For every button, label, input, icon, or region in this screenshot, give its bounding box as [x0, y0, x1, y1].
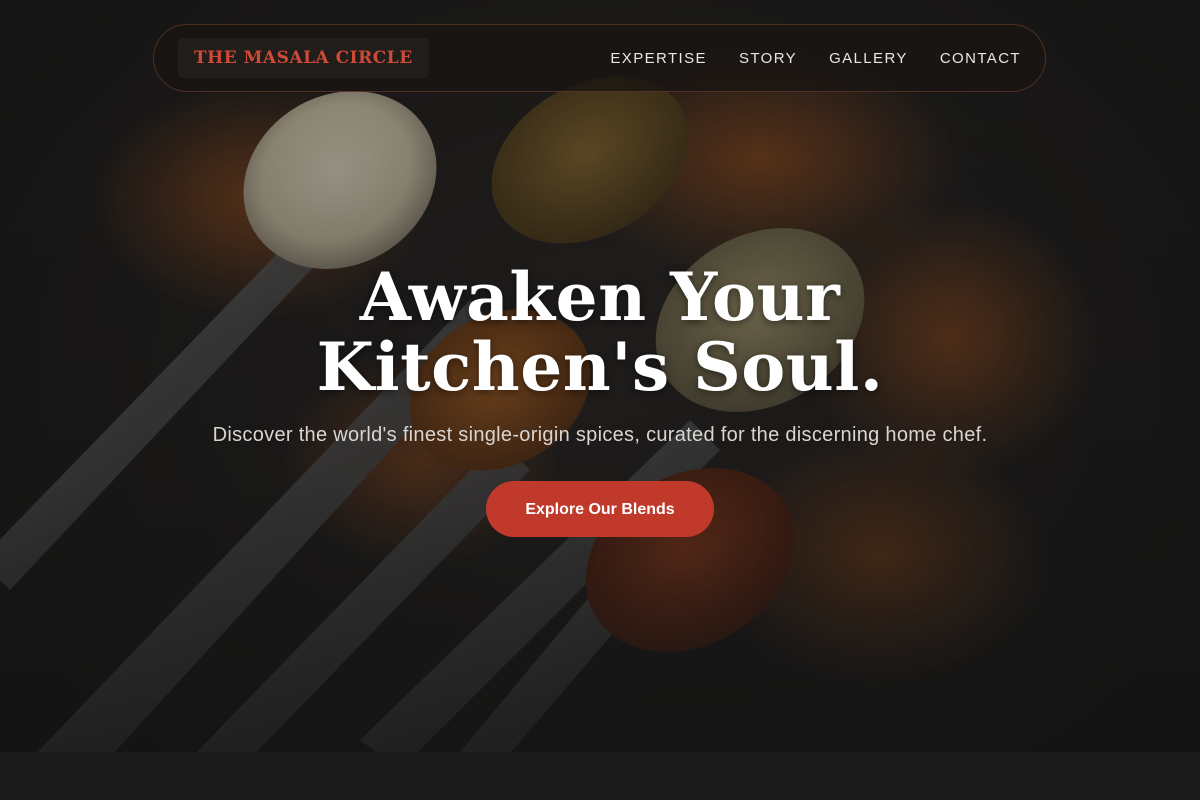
explore-blends-button[interactable]: Explore Our Blends — [486, 481, 714, 537]
hero-title: Awaken Your Kitchen's Soul. — [316, 258, 884, 406]
nav-link-expertise[interactable]: EXPERTISE — [610, 50, 707, 67]
top-navbar: THE MASALA CIRCLE EXPERTISE STORY GALLER… — [153, 24, 1046, 92]
nav-links: EXPERTISE STORY GALLERY CONTACT — [610, 50, 1021, 67]
hero-section: THE MASALA CIRCLE EXPERTISE STORY GALLER… — [0, 0, 1200, 800]
hero-content: Awaken Your Kitchen's Soul. Discover the… — [0, 262, 1200, 537]
nav-link-contact[interactable]: CONTACT — [940, 50, 1021, 67]
hero-subtitle: Discover the world's finest single-origi… — [212, 424, 988, 446]
brand-logo[interactable]: THE MASALA CIRCLE — [178, 38, 429, 78]
bottom-section-edge — [0, 752, 1200, 800]
nav-link-story[interactable]: STORY — [739, 50, 797, 67]
nav-link-gallery[interactable]: GALLERY — [829, 50, 908, 67]
